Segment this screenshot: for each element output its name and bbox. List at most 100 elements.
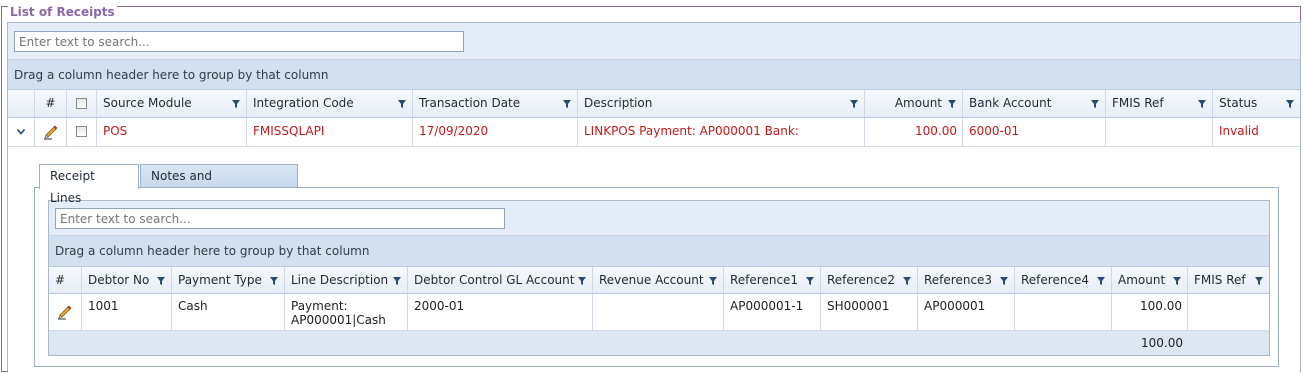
column-header-transaction-date[interactable]: Transaction Date <box>413 90 578 117</box>
filter-icon[interactable] <box>1000 277 1008 285</box>
cell-transaction-date: 17/09/2020 <box>413 118 578 146</box>
cell-amount: 100.00 <box>1112 294 1188 330</box>
column-header-label: Reference4 <box>1021 273 1090 287</box>
filter-icon[interactable] <box>806 277 814 285</box>
column-header-revenue-account[interactable]: Revenue Account <box>593 267 724 293</box>
filter-icon[interactable] <box>157 277 165 285</box>
cell-payment-type: Cash <box>172 294 285 330</box>
column-header-number: # <box>49 267 82 293</box>
column-header-amount[interactable]: Amount <box>1112 267 1188 293</box>
filter-icon[interactable] <box>1286 100 1294 108</box>
column-header-debtor-control-gl-account[interactable]: Debtor Control GL Account <box>408 267 593 293</box>
filter-icon[interactable] <box>398 100 406 108</box>
table-row[interactable]: POS FMISSQLAPI 17/09/2020 LINKPOS Paymen… <box>8 118 1300 147</box>
column-header-line-description[interactable]: Line Description <box>285 267 408 293</box>
cell-amount: 100.00 <box>865 118 963 146</box>
cell-reference2: SH000001 <box>821 294 918 330</box>
lines-search-bar <box>49 201 1269 236</box>
cell-line-description: Payment: AP000001|Cash <box>285 294 408 330</box>
column-header-label: Reference3 <box>924 273 993 287</box>
tab-notes-and-attachments[interactable]: Notes and Attachments <box>140 164 298 205</box>
cell-debtor-control-gl-account: 2000-01 <box>408 294 593 330</box>
filter-icon[interactable] <box>850 100 858 108</box>
column-header-label: Status <box>1219 96 1258 110</box>
cell-fmis-ref <box>1188 294 1269 330</box>
cell-fmis-ref <box>1106 118 1213 146</box>
cell-debtor-no: 1001 <box>82 294 172 330</box>
receipts-grid: Drag a column header here to group by th… <box>7 22 1301 372</box>
filter-icon[interactable] <box>393 277 401 285</box>
select-all-cell[interactable] <box>67 90 97 117</box>
expand-row-cell[interactable] <box>8 118 35 146</box>
filter-icon[interactable] <box>948 100 956 108</box>
table-row[interactable]: 1001 Cash Payment: AP000001|Cash 2000-01… <box>49 294 1269 331</box>
filter-icon[interactable] <box>903 277 911 285</box>
pencil-icon[interactable] <box>57 304 73 320</box>
column-header-label: FMIS Ref <box>1194 273 1246 287</box>
filter-icon[interactable] <box>1097 277 1105 285</box>
filter-icon[interactable] <box>1198 100 1206 108</box>
column-header-bank-account[interactable]: Bank Account <box>963 90 1106 117</box>
column-header-debtor-no[interactable]: Debtor No <box>82 267 172 293</box>
column-header-reference4[interactable]: Reference4 <box>1015 267 1112 293</box>
column-header-fmis-ref[interactable]: FMIS Ref <box>1188 267 1269 293</box>
row-detail-area: Receipt Lines Notes and Attachments Drag… <box>8 147 1300 372</box>
column-header-description[interactable]: Description <box>578 90 865 117</box>
filter-icon[interactable] <box>232 100 240 108</box>
filter-icon[interactable] <box>1173 277 1181 285</box>
column-header-source-module[interactable]: Source Module <box>97 90 247 117</box>
column-header-label: FMIS Ref <box>1112 96 1164 110</box>
receipt-lines-grid: Drag a column header here to group by th… <box>48 200 1270 356</box>
row-checkbox-icon[interactable] <box>75 126 87 137</box>
column-header-status[interactable]: Status <box>1213 90 1300 117</box>
filter-icon[interactable] <box>1255 277 1263 285</box>
cell-revenue-account <box>593 294 724 330</box>
receipt-lines-panel: Drag a column header here to group by th… <box>34 187 1279 367</box>
column-header-label: Amount <box>894 96 942 110</box>
column-header-fmis-ref[interactable]: FMIS Ref <box>1106 90 1213 117</box>
column-header-label: Revenue Account <box>599 273 704 287</box>
grid-search-input[interactable] <box>14 31 464 52</box>
cell-source-module: POS <box>97 118 247 146</box>
line-description-part: AP000001|Cash <box>291 313 386 327</box>
column-header-reference1[interactable]: Reference1 <box>724 267 821 293</box>
cell-description: LINKPOS Payment: AP000001 Bank: <box>578 118 865 146</box>
column-header-label: Transaction Date <box>419 96 521 110</box>
column-header-number: # <box>35 90 67 117</box>
chevron-down-icon[interactable] <box>17 129 25 135</box>
column-header-label: Integration Code <box>253 96 354 110</box>
cell-bank-account: 6000-01 <box>963 118 1106 146</box>
column-header-payment-type[interactable]: Payment Type <box>172 267 285 293</box>
column-header-label: Debtor No <box>88 273 150 287</box>
column-header-label: Description <box>584 96 653 110</box>
column-header-label: Reference2 <box>827 273 896 287</box>
lines-search-input[interactable] <box>55 208 505 229</box>
edit-cell[interactable] <box>35 118 67 146</box>
edit-cell[interactable] <box>49 294 82 330</box>
expand-column-header <box>8 90 35 117</box>
column-header-label: Line Description <box>291 273 389 287</box>
group-by-panel[interactable]: Drag a column header here to group by th… <box>8 60 1300 90</box>
filter-icon[interactable] <box>270 277 278 285</box>
filter-icon[interactable] <box>563 100 571 108</box>
row-select-cell[interactable] <box>67 118 97 146</box>
pencil-icon[interactable] <box>43 124 59 140</box>
panel-title: List of Receipts <box>8 5 117 19</box>
column-header-integration-code[interactable]: Integration Code <box>247 90 413 117</box>
lines-footer-row: 100.00 <box>49 331 1269 355</box>
column-header-label: Bank Account <box>969 96 1052 110</box>
column-header-reference3[interactable]: Reference3 <box>918 267 1015 293</box>
lines-header-row: # Debtor No Payment Type Line Descriptio… <box>49 267 1269 294</box>
lines-group-by-panel[interactable]: Drag a column header here to group by th… <box>49 236 1269 267</box>
column-header-label: Debtor Control GL Account <box>414 273 575 287</box>
tab-receipt-lines[interactable]: Receipt Lines <box>39 164 139 205</box>
column-header-reference2[interactable]: Reference2 <box>821 267 918 293</box>
filter-icon[interactable] <box>578 277 586 285</box>
grid-search-bar <box>8 23 1300 60</box>
column-header-label: Payment Type <box>178 273 262 287</box>
select-all-checkbox-icon[interactable] <box>75 97 87 109</box>
filter-icon[interactable] <box>709 277 717 285</box>
line-description-part: Payment: <box>291 299 348 313</box>
column-header-amount[interactable]: Amount <box>865 90 963 117</box>
filter-icon[interactable] <box>1091 100 1099 108</box>
